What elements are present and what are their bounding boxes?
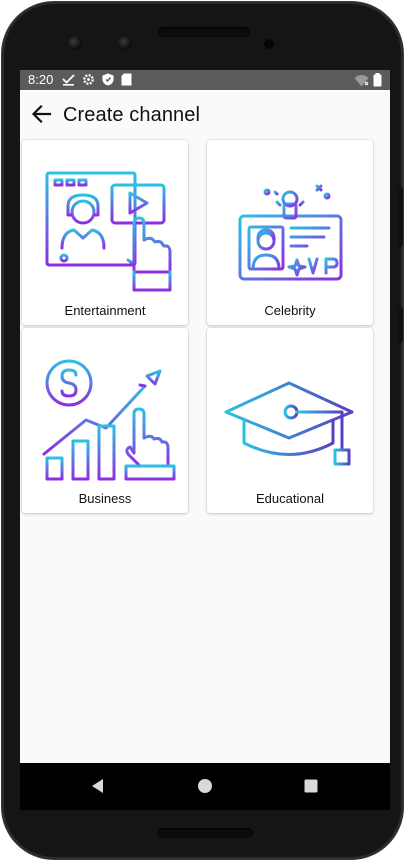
page-title: Create channel: [63, 104, 201, 126]
phone-frame: 8:20 Create channel Entertainment Celebr…: [2, 2, 403, 859]
nav-back-button[interactable]: [88, 776, 108, 796]
status-bar: 8:20: [20, 70, 390, 90]
screen: 8:20 Create channel Entertainment Celebr…: [20, 70, 390, 810]
settings-icon: [82, 73, 95, 86]
category-card-entertainment[interactable]: Entertainment: [22, 140, 188, 325]
nav-back-icon: [92, 779, 103, 793]
proximity-sensor: [264, 39, 274, 49]
business-growth-icon: [42, 359, 176, 481]
status-system-icons: [354, 73, 382, 87]
front-camera-secondary: [118, 36, 132, 50]
category-card-celebrity[interactable]: Celebrity: [207, 140, 373, 325]
bottom-speaker: [157, 828, 253, 838]
nav-recents-icon: [304, 779, 318, 793]
status-time: 8:20: [28, 72, 54, 87]
front-camera: [68, 36, 82, 50]
power-button: [398, 307, 403, 343]
graduation-cap-icon: [224, 381, 354, 466]
status-notification-icons: [62, 73, 132, 86]
nav-home-button[interactable]: [195, 776, 215, 796]
category-card-educational[interactable]: Educational: [207, 328, 373, 513]
category-card-business[interactable]: Business: [22, 328, 188, 513]
earpiece-speaker: [158, 27, 250, 37]
battery-icon: [373, 73, 382, 87]
volume-button: [398, 187, 403, 247]
category-label: Educational: [256, 491, 324, 506]
entertainment-icon: [45, 171, 172, 292]
shield-icon: [102, 73, 114, 86]
nav-home-icon: [198, 779, 212, 793]
category-label: Entertainment: [64, 303, 146, 318]
wifi-icon: [354, 74, 369, 87]
arrow-left-icon: [31, 104, 52, 124]
navigation-bar: [20, 763, 390, 810]
category-label: Celebrity: [264, 303, 316, 318]
category-label: Business: [78, 491, 132, 506]
nav-recents-button[interactable]: [301, 776, 321, 796]
download-done-icon: [62, 73, 75, 86]
app-bar: Create channel: [20, 90, 390, 140]
sd-card-icon: [121, 73, 132, 86]
back-button[interactable]: [30, 102, 54, 126]
celebrity-vip-icon: [238, 184, 343, 281]
